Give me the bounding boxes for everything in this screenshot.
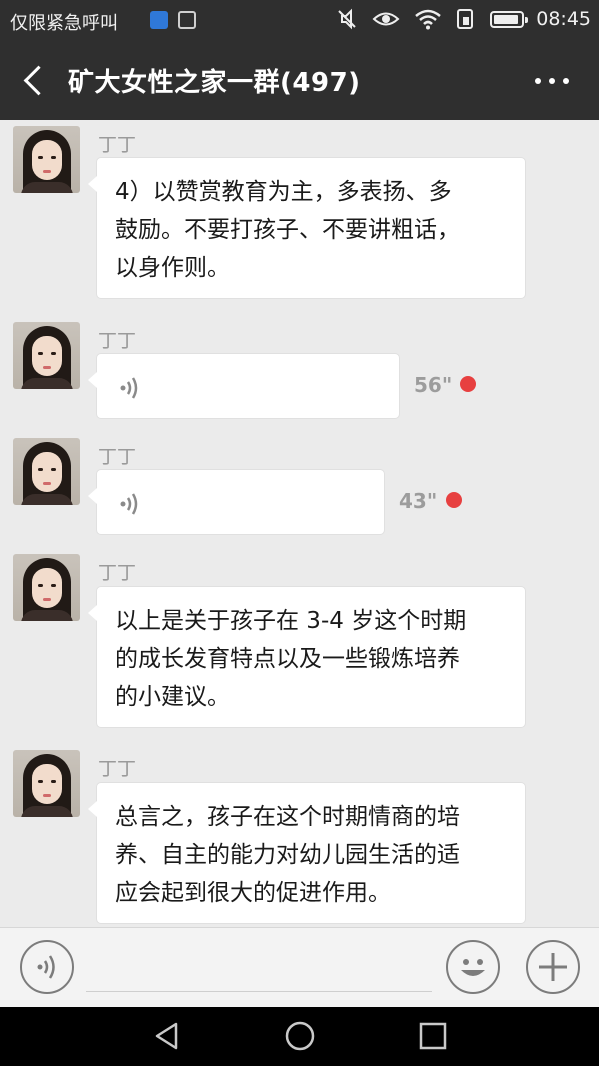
text-message-bubble[interactable]: 4）以赞赏教育为主，多表扬、多 鼓励。不要打孩子、不要讲粗话， 以身作则。 xyxy=(88,157,526,299)
status-time: 08:45 xyxy=(536,8,591,30)
more-dot xyxy=(535,78,541,84)
add-button[interactable] xyxy=(526,940,580,994)
back-nav-icon[interactable] xyxy=(152,1021,182,1051)
sender-name: 丁丁 xyxy=(98,330,137,352)
status-bar: 仅限紧急呼叫 08:45 xyxy=(0,0,599,40)
message-list[interactable]: 丁丁 4）以赞赏教育为主，多表扬、多 鼓励。不要打孩子、不要讲粗话， 以身作则。… xyxy=(0,120,599,927)
more-button[interactable] xyxy=(535,78,569,88)
voice-wave-icon xyxy=(120,377,138,399)
system-nav-bar xyxy=(0,1007,599,1066)
gallery-notification-icon xyxy=(178,11,196,29)
avatar[interactable] xyxy=(13,322,80,389)
home-nav-icon[interactable] xyxy=(284,1020,316,1052)
unread-indicator xyxy=(446,492,462,508)
plus-icon xyxy=(539,953,567,981)
sender-name: 丁丁 xyxy=(98,562,137,584)
voice-icon xyxy=(37,955,55,979)
carrier-text: 仅限紧急呼叫 xyxy=(10,13,118,34)
emoji-icon xyxy=(461,959,485,976)
voice-duration: 43" xyxy=(399,489,438,513)
unread-indicator xyxy=(460,376,476,392)
text-message-bubble[interactable]: 以上是关于孩子在 3-4 岁这个时期 的成长发育特点以及一些锻炼培养 的小建议。 xyxy=(88,586,526,728)
chat-header: 矿大女性之家一群(497) xyxy=(0,40,599,120)
chat-title: 矿大女性之家一群(497) xyxy=(68,68,361,98)
voice-toggle-button[interactable] xyxy=(20,940,74,994)
avatar[interactable] xyxy=(13,438,80,505)
input-bar xyxy=(0,927,599,1007)
text-message-bubble[interactable]: 总言之，孩子在这个时期情商的培 养、自主的能力对幼儿园生活的适 应会起到很大的促… xyxy=(88,782,526,924)
emoji-button[interactable] xyxy=(446,940,500,994)
voice-duration: 56" xyxy=(414,373,453,397)
more-dot xyxy=(563,78,569,84)
notification-app-icon xyxy=(150,11,168,29)
voice-message-bubble[interactable] xyxy=(88,353,400,419)
avatar[interactable] xyxy=(13,126,80,193)
wifi-icon xyxy=(415,9,442,30)
sim-icon xyxy=(457,9,474,29)
sender-name: 丁丁 xyxy=(98,134,137,156)
message-input[interactable] xyxy=(86,991,432,992)
sender-name: 丁丁 xyxy=(98,758,137,780)
recents-nav-icon[interactable] xyxy=(419,1022,447,1050)
back-button[interactable] xyxy=(18,62,52,98)
eye-icon xyxy=(372,12,400,26)
voice-message-bubble[interactable] xyxy=(88,469,385,535)
more-dot xyxy=(549,78,555,84)
avatar[interactable] xyxy=(13,554,80,621)
mute-icon xyxy=(338,8,356,30)
voice-wave-icon xyxy=(120,493,138,515)
sender-name: 丁丁 xyxy=(98,446,137,468)
avatar[interactable] xyxy=(13,750,80,817)
battery-icon xyxy=(490,10,529,28)
